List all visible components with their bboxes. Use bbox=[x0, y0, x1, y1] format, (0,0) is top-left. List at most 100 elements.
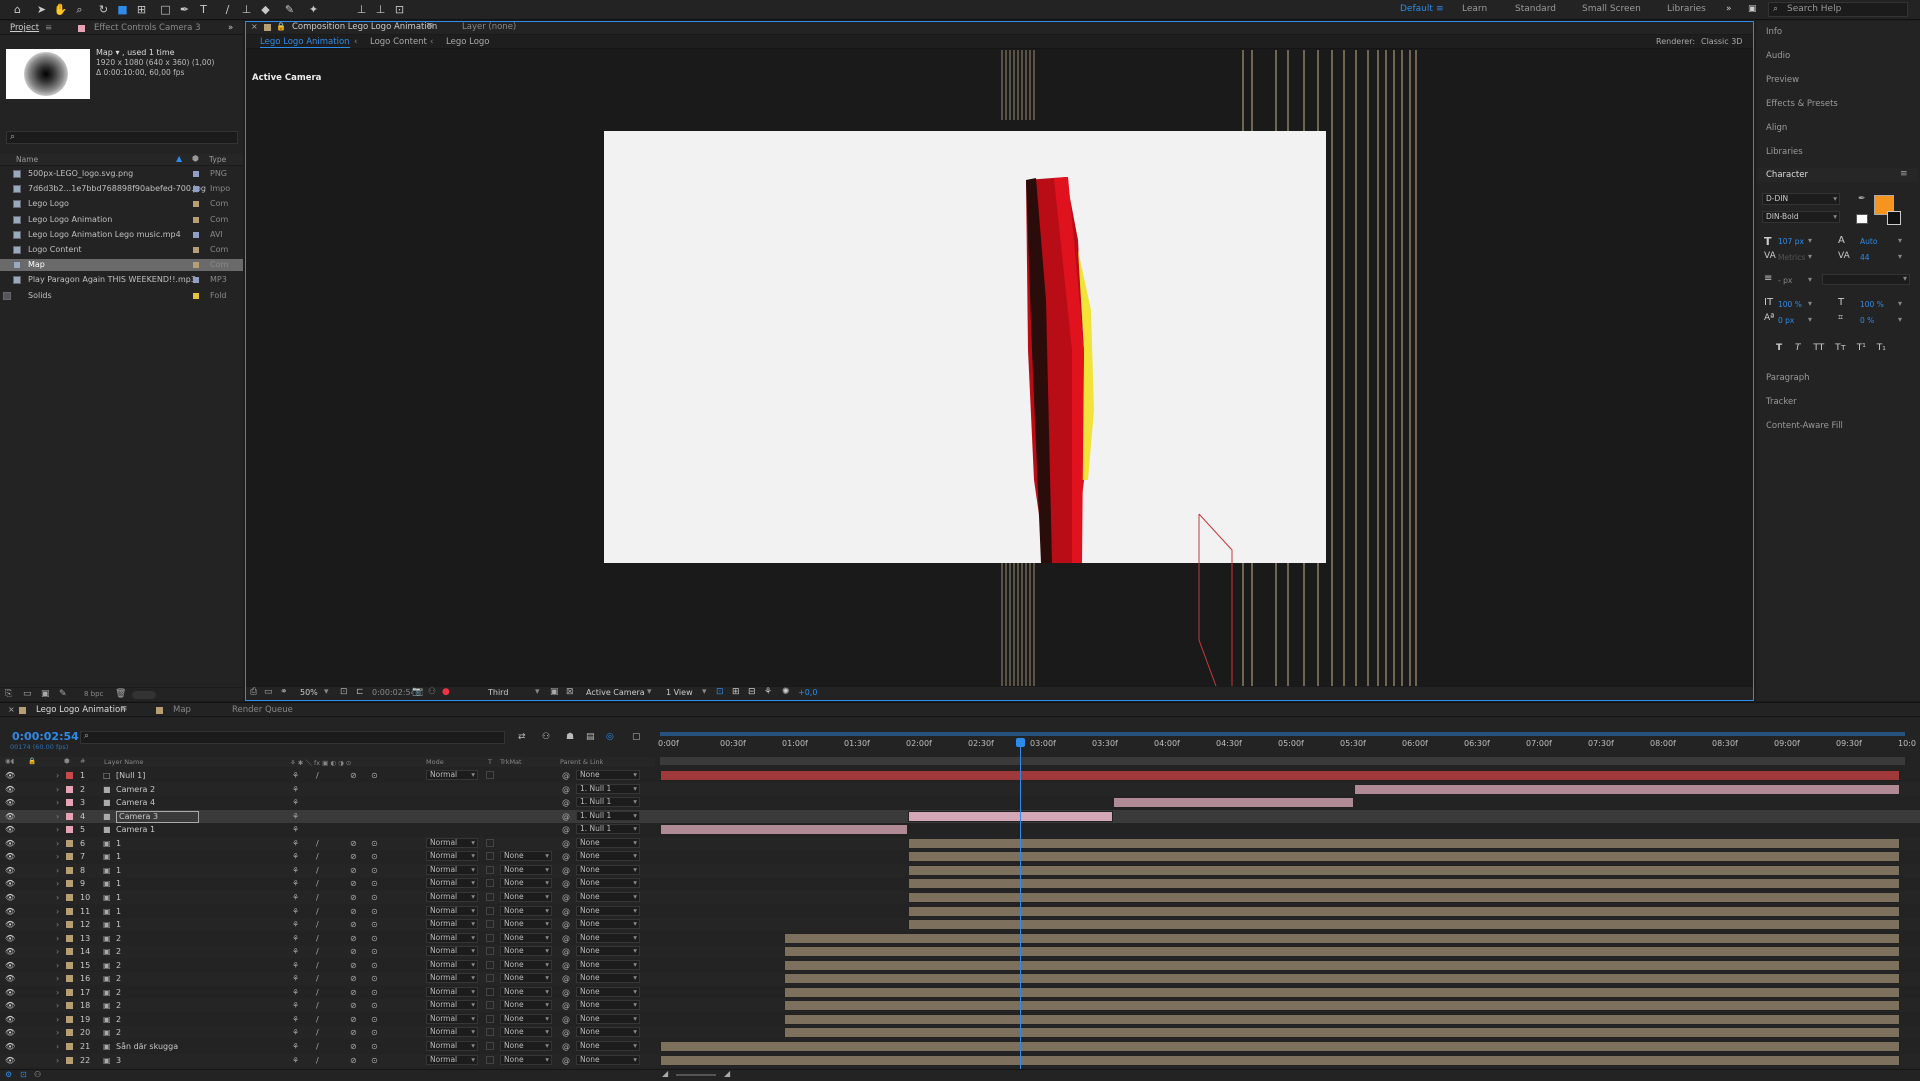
parent-select[interactable]: None ▾ bbox=[576, 973, 640, 984]
layer-name[interactable]: [Null 1] bbox=[116, 769, 145, 782]
parent-select[interactable]: None ▾ bbox=[576, 878, 640, 889]
preserve-transparency-checkbox[interactable] bbox=[486, 771, 494, 779]
preserve-transparency-checkbox[interactable] bbox=[486, 852, 494, 861]
mode-select[interactable]: Normal ▾ bbox=[426, 770, 478, 780]
work-area-bar[interactable] bbox=[660, 732, 1905, 736]
chevron-down-icon[interactable]: ▾ bbox=[1808, 275, 1812, 284]
expand-arrow-icon[interactable]: › bbox=[56, 972, 59, 985]
layer-label-color[interactable] bbox=[66, 880, 73, 888]
expand-arrow-icon[interactable]: › bbox=[56, 783, 59, 796]
shy-layers-icon[interactable]: ☗ bbox=[566, 732, 574, 742]
layer-name-header[interactable]: Layer Name bbox=[104, 758, 143, 766]
layer-name[interactable]: 2 bbox=[116, 1013, 121, 1026]
pick-whip-icon[interactable]: @ bbox=[562, 945, 570, 958]
stroke-style-select[interactable]: ▾ bbox=[1822, 274, 1910, 285]
shy-switch-icon[interactable]: ⚘ bbox=[292, 864, 299, 877]
3d-layer-switch-icon[interactable]: ⊘ bbox=[350, 945, 357, 958]
adjustment-switch-icon[interactable]: ⊙ bbox=[371, 932, 378, 945]
label-color-swatch[interactable] bbox=[193, 171, 199, 177]
new-folder-icon[interactable]: ▭ bbox=[23, 689, 32, 699]
adjustment-switch-icon[interactable]: ⊙ bbox=[371, 945, 378, 958]
font-family-select[interactable]: D-DIN ▾ bbox=[1762, 193, 1840, 205]
pick-whip-icon[interactable]: @ bbox=[562, 837, 570, 850]
always-preview-icon[interactable]: ⎙ bbox=[250, 687, 257, 697]
mode-header[interactable]: Mode bbox=[426, 758, 444, 766]
layer-name[interactable]: 1 bbox=[116, 864, 121, 877]
trkmat-select[interactable]: None ▾ bbox=[500, 986, 552, 997]
eye-visibility-icon[interactable]: 👁 bbox=[5, 837, 15, 850]
sort-ascending-icon[interactable]: ▲ bbox=[176, 154, 182, 163]
comp-flowchart-icon[interactable]: ⚘ bbox=[764, 687, 772, 697]
layer-label-color[interactable] bbox=[66, 812, 73, 820]
zoom-slider[interactable] bbox=[676, 1074, 716, 1076]
parent-select[interactable]: None ▾ bbox=[576, 1027, 640, 1038]
3d-layer-switch-icon[interactable]: ⊘ bbox=[350, 891, 357, 904]
adjustment-switch-icon[interactable]: ⊙ bbox=[371, 1054, 378, 1067]
eye-visibility-icon[interactable]: 👁 bbox=[5, 796, 15, 809]
eye-visibility-icon[interactable]: 👁 bbox=[5, 1026, 15, 1039]
project-item[interactable]: Map Com bbox=[0, 259, 243, 272]
more-workspaces-icon[interactable]: » bbox=[1726, 4, 1732, 14]
layer-name[interactable]: 1 bbox=[116, 918, 121, 931]
breadcrumb-item-3[interactable]: Lego Logo bbox=[446, 37, 490, 47]
preserve-transparency-checkbox[interactable] bbox=[486, 1028, 494, 1037]
mode-select[interactable]: Normal ▾ bbox=[426, 973, 478, 984]
pick-whip-icon[interactable]: @ bbox=[562, 905, 570, 918]
shy-switch-icon[interactable]: ⚘ bbox=[292, 1040, 299, 1053]
horizontal-scale-value[interactable]: 100 % bbox=[1860, 300, 1884, 309]
workspace-menu-icon[interactable]: ≡ bbox=[1436, 4, 1444, 14]
preserve-transparency-checkbox[interactable] bbox=[486, 906, 494, 915]
layer-name[interactable]: Camera 3 bbox=[116, 810, 200, 823]
parent-select[interactable]: None ▾ bbox=[576, 851, 640, 862]
quality-switch-icon[interactable]: / bbox=[316, 1054, 319, 1067]
layer-name[interactable]: 2 bbox=[116, 972, 121, 985]
chevron-down-icon[interactable]: ▾ bbox=[1808, 315, 1812, 324]
shy-switch-icon[interactable]: ⚘ bbox=[292, 1054, 299, 1067]
trkmat-select[interactable]: None ▾ bbox=[500, 864, 552, 875]
rotate-tool-icon[interactable]: ↻ bbox=[96, 2, 111, 17]
preserve-transparency-checkbox[interactable] bbox=[486, 1014, 494, 1023]
expand-arrow-icon[interactable]: › bbox=[56, 864, 59, 877]
trkmat-select[interactable]: None ▾ bbox=[500, 932, 552, 943]
timeline-toggle-icon[interactable]: ⊟ bbox=[748, 687, 756, 697]
workspace-small-screen[interactable]: Small Screen bbox=[1582, 4, 1641, 14]
quality-switch-icon[interactable]: / bbox=[316, 986, 319, 999]
label-column-icon[interactable]: ⬢ bbox=[192, 154, 199, 163]
project-item[interactable]: 500px-LEGO_logo.svg.png PNG bbox=[0, 168, 243, 180]
expand-arrow-icon[interactable]: › bbox=[56, 810, 59, 823]
quality-switch-icon[interactable]: / bbox=[316, 864, 319, 877]
panel-item-paragraph[interactable]: Paragraph bbox=[1766, 373, 1810, 383]
trkmat-select[interactable]: None ▾ bbox=[500, 905, 552, 916]
layer-duration-bar[interactable] bbox=[908, 810, 1113, 822]
panel-menu-icon[interactable]: ≡ bbox=[120, 704, 128, 714]
layer-label-color[interactable] bbox=[66, 1043, 73, 1050]
layer-duration-bar[interactable] bbox=[908, 851, 1900, 863]
layer-label-color[interactable] bbox=[66, 975, 73, 983]
preserve-transparency-checkbox[interactable] bbox=[486, 974, 494, 983]
panel-item-effects-presets[interactable]: Effects & Presets bbox=[1766, 99, 1838, 109]
mode-select[interactable]: Normal ▾ bbox=[426, 891, 478, 902]
panel-menu-icon[interactable]: ≡ bbox=[1900, 169, 1908, 179]
layer-name[interactable]: 1 bbox=[116, 850, 121, 863]
quality-switch-icon[interactable]: / bbox=[316, 972, 319, 985]
label-color-swatch[interactable] bbox=[193, 231, 199, 238]
tracking-value[interactable]: 44 bbox=[1860, 253, 1870, 262]
expand-arrow-icon[interactable]: › bbox=[56, 823, 59, 836]
trkmat-select[interactable]: None ▾ bbox=[500, 1013, 552, 1024]
adjustment-switch-icon[interactable]: ⊙ bbox=[371, 905, 378, 918]
brush-tool-icon[interactable]: ∕ bbox=[220, 2, 235, 17]
layer-row[interactable]: 👁 › 15 ▣ 2 ⚘ / ⊘ ⊙ Normal ▾ None ▾ @ None ▾ bbox=[0, 958, 1920, 972]
tsume-value[interactable]: 0 % bbox=[1860, 316, 1874, 325]
label-color-swatch[interactable] bbox=[193, 216, 199, 223]
preserve-transparency-checkbox[interactable] bbox=[486, 987, 494, 996]
quality-switch-icon[interactable]: / bbox=[316, 1040, 319, 1053]
expand-arrow-icon[interactable]: › bbox=[56, 986, 59, 999]
bit-depth-button[interactable]: 8 bpc bbox=[84, 690, 103, 698]
parent-select[interactable]: None ▾ bbox=[576, 837, 640, 848]
chevron-down-icon[interactable]: ▾ bbox=[1808, 236, 1812, 245]
preserve-transparency-checkbox[interactable] bbox=[486, 892, 494, 901]
quality-switch-icon[interactable]: / bbox=[316, 918, 319, 931]
expand-arrow-icon[interactable]: › bbox=[56, 1026, 59, 1039]
chevron-down-icon[interactable]: ▾ bbox=[535, 687, 540, 697]
quality-switch-icon[interactable]: / bbox=[316, 932, 319, 945]
